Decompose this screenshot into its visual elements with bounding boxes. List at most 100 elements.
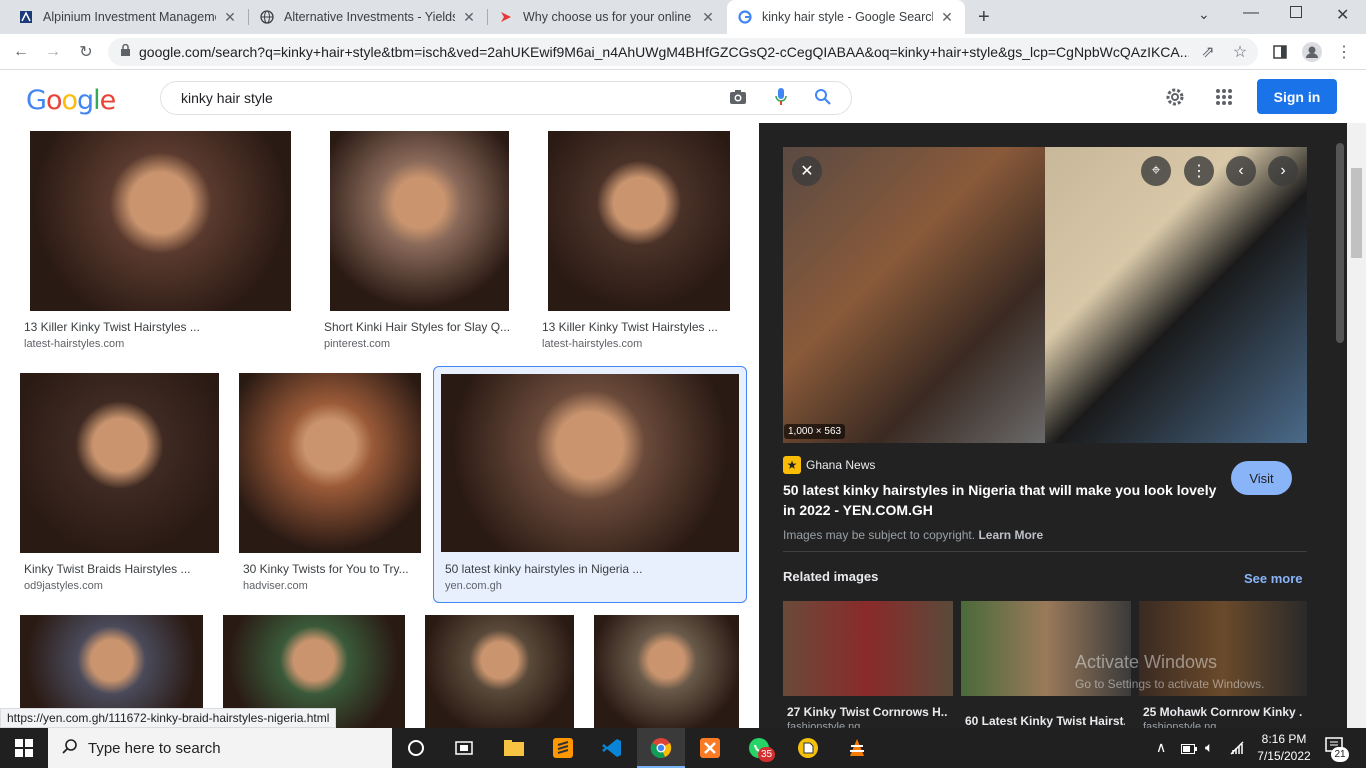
close-preview-icon[interactable]: ✕ <box>792 156 822 186</box>
result-image[interactable] <box>30 131 291 311</box>
battery-icon[interactable] <box>1181 742 1197 757</box>
result-caption[interactable]: 13 Killer Kinky Twist Hairstyles ... <box>542 320 742 334</box>
taskbar-search-box[interactable]: Type here to search <box>48 728 392 768</box>
clock-time[interactable]: 8:16 PM <box>1254 732 1314 746</box>
address-bar[interactable]: google.com/search?q=kinky+hair+style&tbm… <box>108 38 1258 66</box>
apps-grid-icon[interactable] <box>1215 88 1233 109</box>
close-tab-icon[interactable]: ✕ <box>700 9 716 26</box>
result-image[interactable] <box>548 131 730 311</box>
file-explorer-icon[interactable] <box>500 734 528 762</box>
maximize-button[interactable] <box>1290 6 1302 18</box>
close-tab-icon[interactable]: ✕ <box>222 9 238 26</box>
preview-image-left[interactable] <box>783 147 1045 443</box>
notes-app-icon[interactable] <box>794 734 822 762</box>
see-more-link[interactable]: See more <box>1244 571 1303 586</box>
microphone-icon[interactable] <box>774 87 788 110</box>
result-image[interactable] <box>20 373 219 553</box>
scrollbar[interactable] <box>1347 123 1366 728</box>
image-dimensions: 1,000 × 563 <box>784 424 846 439</box>
scrollbar-thumb[interactable] <box>1351 168 1362 258</box>
result-source[interactable]: pinterest.com <box>324 338 390 350</box>
menu-icon[interactable]: ⋮ <box>1334 42 1354 62</box>
related-caption[interactable]: 60 Latest Kinky Twist Hairst... <box>965 714 1125 728</box>
result-caption[interactable]: Short Kinki Hair Styles for Slay Q... <box>324 320 516 334</box>
related-caption[interactable]: 25 Mohawk Cornrow Kinky ... <box>1143 705 1303 719</box>
sign-in-button[interactable]: Sign in <box>1257 79 1337 114</box>
result-image[interactable] <box>330 131 509 311</box>
result-source[interactable]: yen.com.gh <box>445 580 502 592</box>
related-images-heading: Related images <box>783 569 879 584</box>
activate-windows-title: Activate Windows <box>1075 652 1218 672</box>
result-source[interactable]: hadviser.com <box>243 580 308 592</box>
result-image[interactable] <box>425 615 574 728</box>
profile-icon[interactable] <box>1302 42 1322 62</box>
taskbar-search-placeholder: Type here to search <box>88 739 221 757</box>
next-image-icon[interactable]: › <box>1268 156 1298 186</box>
search-input[interactable]: kinky hair style <box>160 81 852 115</box>
back-icon[interactable]: ← <box>11 42 31 62</box>
google-favicon <box>737 9 753 25</box>
previous-image-icon[interactable]: ‹ <box>1226 156 1256 186</box>
search-icon[interactable] <box>814 88 832 109</box>
result-image[interactable] <box>239 373 421 553</box>
side-panel-icon[interactable] <box>1270 42 1290 62</box>
tab-title: kinky hair style - Google Search <box>762 10 933 24</box>
volume-icon[interactable]: 🔈︎ <box>1205 739 1213 756</box>
preview-site-name[interactable]: Ghana News <box>806 458 875 472</box>
network-icon[interactable] <box>1229 740 1245 759</box>
visual-search-icon[interactable]: ⌖ <box>1141 156 1171 186</box>
task-view-icon[interactable] <box>450 734 478 762</box>
clock-date[interactable]: 7/15/2022 <box>1254 749 1314 763</box>
share-icon[interactable]: ⇗ <box>1198 42 1218 62</box>
related-caption[interactable]: 27 Kinky Twist Cornrows H... <box>787 705 947 719</box>
bookmark-star-icon[interactable]: ☆ <box>1230 42 1250 62</box>
google-logo[interactable]: Google <box>26 85 116 116</box>
result-caption[interactable]: 13 Killer Kinky Twist Hairstyles ... <box>24 320 304 334</box>
windows-start-icon[interactable] <box>10 734 38 762</box>
lock-icon <box>120 43 131 60</box>
vscode-icon[interactable] <box>598 734 626 762</box>
result-source[interactable]: od9jastyles.com <box>24 580 103 592</box>
forward-icon[interactable]: → <box>43 42 63 62</box>
result-caption[interactable]: 50 latest kinky hairstyles in Nigeria ..… <box>445 562 735 576</box>
close-window-button[interactable]: ✕ <box>1336 5 1349 25</box>
alpinium-favicon <box>18 9 34 25</box>
taskbar: Type here to search 35 ∧ 🔈︎ 8:16 PM 7/15… <box>0 728 1366 768</box>
tab-yieldstreet[interactable]: Alternative Investments - Yieldst ✕ <box>249 0 487 34</box>
settings-gear-icon[interactable] <box>1164 86 1186 111</box>
tab-title: Why choose us for your online tr <box>523 10 694 24</box>
chrome-icon[interactable] <box>647 734 675 762</box>
result-image[interactable] <box>441 374 739 552</box>
site-favicon-icon: ★ <box>783 456 801 474</box>
reload-icon[interactable]: ↻ <box>76 42 96 62</box>
preview-title[interactable]: 50 latest kinky hairstyles in Nigeria th… <box>783 480 1223 520</box>
close-tab-icon[interactable]: ✕ <box>461 9 477 26</box>
vlc-icon[interactable] <box>843 734 871 762</box>
minimize-button[interactable]: — <box>1243 4 1259 22</box>
tab-alpinium[interactable]: Alpinium Investment Manageme ✕ <box>8 0 248 34</box>
panel-scrollbar-thumb[interactable] <box>1336 143 1344 343</box>
tab-google-search[interactable]: kinky hair style - Google Search ✕ <box>727 0 965 34</box>
result-source[interactable]: latest-hairstyles.com <box>542 338 642 350</box>
divider <box>783 551 1307 552</box>
panel-scrollbar[interactable] <box>1333 123 1347 728</box>
close-tab-icon[interactable]: ✕ <box>939 9 955 26</box>
result-image[interactable] <box>594 615 739 728</box>
result-caption[interactable]: 30 Kinky Twists for You to Try... <box>243 562 421 576</box>
sublime-text-icon[interactable] <box>549 734 577 762</box>
new-tab-button[interactable]: + <box>978 6 990 29</box>
related-image[interactable] <box>783 601 953 696</box>
camera-icon[interactable] <box>729 89 747 108</box>
result-source[interactable]: latest-hairstyles.com <box>24 338 124 350</box>
tab-search-icon[interactable]: ⌄ <box>1198 6 1210 23</box>
more-options-icon[interactable]: ⋮ <box>1184 156 1214 186</box>
result-caption[interactable]: Kinky Twist Braids Hairstyles ... <box>24 562 219 576</box>
visit-button[interactable]: Visit <box>1231 461 1292 495</box>
learn-more-link[interactable]: Learn More <box>978 528 1043 542</box>
whatsapp-badge: 35 <box>758 747 775 762</box>
preview-image-right[interactable] <box>1045 147 1307 443</box>
show-hidden-icons[interactable]: ∧ <box>1156 739 1166 756</box>
xampp-icon[interactable] <box>696 734 724 762</box>
tab-why-choose[interactable]: Why choose us for your online tr ✕ <box>488 0 726 34</box>
cortana-icon[interactable] <box>402 734 430 762</box>
